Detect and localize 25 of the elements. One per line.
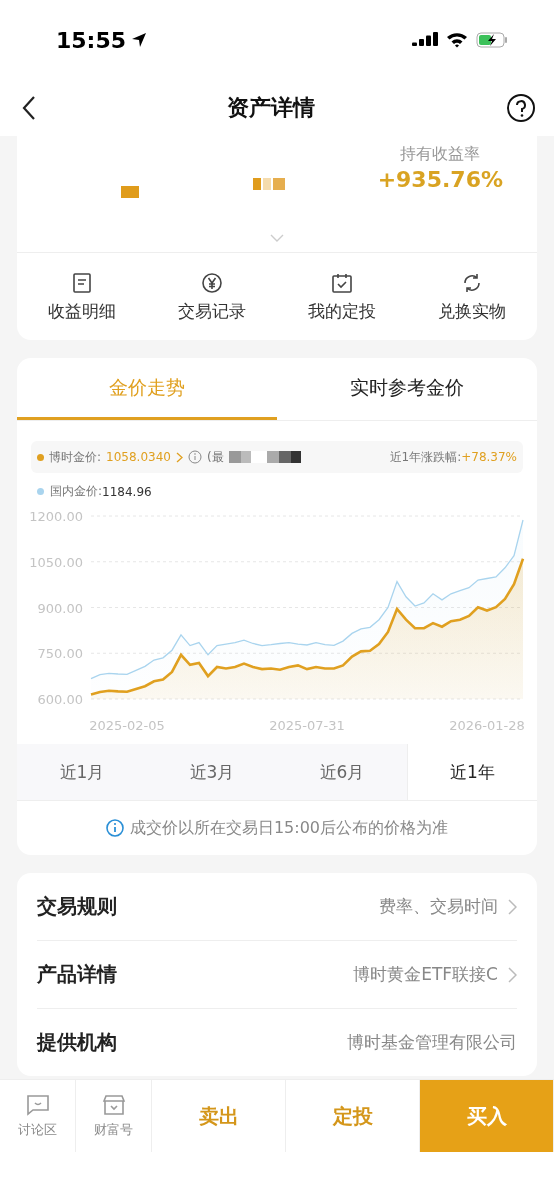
axis-label: 1200.00 bbox=[29, 509, 83, 524]
info-value: 费率、交易时间 bbox=[379, 895, 498, 918]
price-notice: 成交价以所在交易日15:00后公布的价格为准 bbox=[129, 817, 449, 839]
info-label: 提供机构 bbox=[37, 1029, 117, 1056]
info-label: 产品详情 bbox=[37, 961, 117, 988]
axis-label: 900.00 bbox=[37, 600, 83, 616]
info-value: 博时黄金ETF联接C bbox=[353, 963, 498, 986]
axis-label: 600.00 bbox=[37, 692, 83, 707]
change-label: 近1年涨跌幅: bbox=[389, 448, 462, 466]
page-title: 资产详情 bbox=[227, 94, 315, 122]
axis-label: 750.00 bbox=[37, 646, 83, 662]
axis-label: 2026-01-28 bbox=[449, 718, 525, 733]
legend-label: 国内金价: bbox=[50, 483, 103, 500]
rate-label: 持有收益率 bbox=[400, 144, 481, 165]
axis-label: 2025-07-31 bbox=[269, 718, 345, 733]
info-label: 交易规则 bbox=[37, 893, 117, 920]
status-time: 15:55 bbox=[56, 27, 127, 53]
axis-label: 2025-02-05 bbox=[89, 718, 165, 733]
change-value: +78.37% bbox=[461, 450, 517, 464]
axis-label: 1050.00 bbox=[29, 554, 83, 570]
info-value: 博时基金管理有限公司 bbox=[347, 1031, 517, 1054]
legend-label: 博时金价: bbox=[49, 448, 102, 466]
legend-value: 1184.96 bbox=[102, 484, 152, 499]
legend-note: (最 bbox=[206, 448, 224, 466]
rate-value: +935.76% bbox=[377, 167, 503, 192]
